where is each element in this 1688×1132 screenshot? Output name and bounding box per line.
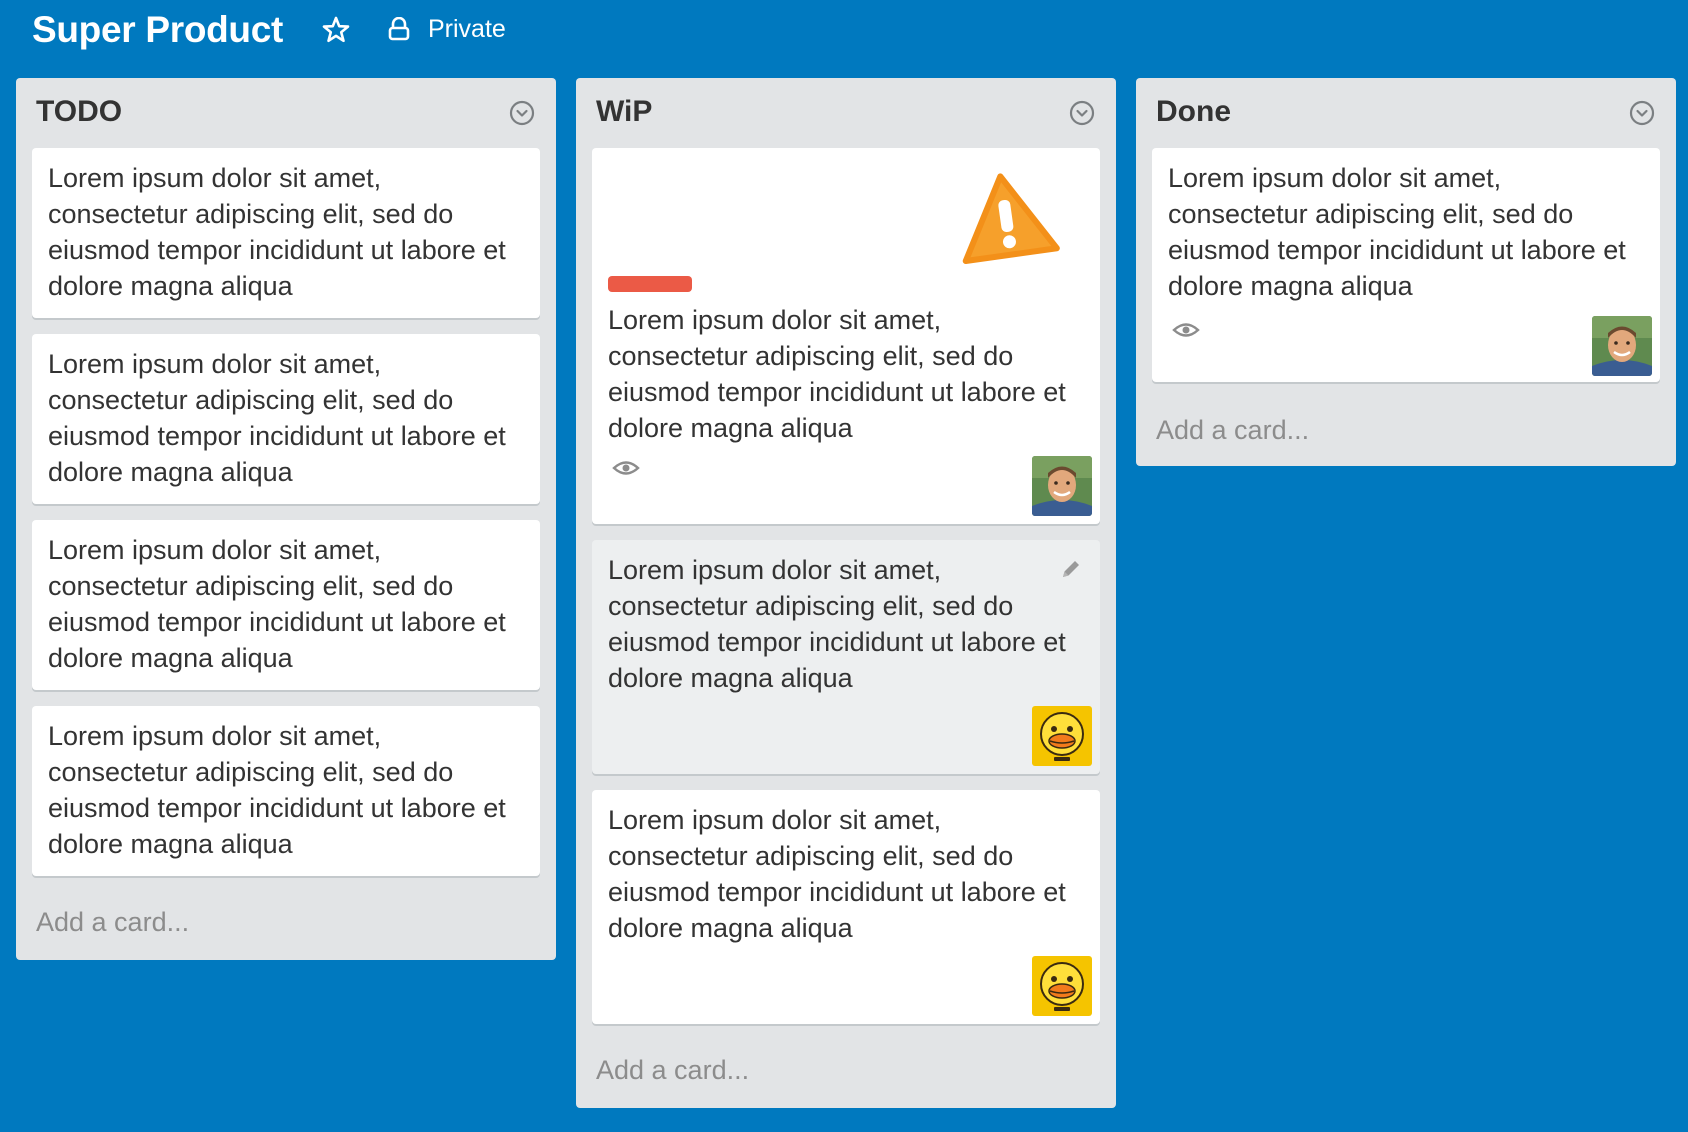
card-text: Lorem ipsum dolor sit amet, consectetur …	[608, 805, 1066, 943]
chevron-circle-icon[interactable]	[1628, 99, 1656, 127]
card[interactable]: Lorem ipsum dolor sit amet, consectetur …	[592, 790, 1100, 1024]
list-header: Done	[1136, 78, 1676, 148]
list-title[interactable]: WiP	[596, 94, 652, 130]
card[interactable]: Lorem ipsum dolor sit amet, consectetur …	[32, 706, 540, 876]
add-card-link[interactable]: Add a card...	[1156, 412, 1309, 448]
card[interactable]: Lorem ipsum dolor sit amet, consectetur …	[32, 520, 540, 690]
label-red[interactable]	[608, 276, 692, 292]
duck-avatar[interactable]	[1032, 706, 1092, 766]
eye-icon	[1172, 323, 1200, 337]
board-title[interactable]: Super Product	[32, 8, 283, 52]
eye-icon	[612, 461, 640, 475]
list-wip: WiP Lorem ipsum dolor sit amet, consecte…	[576, 78, 1116, 1108]
list-title[interactable]: TODO	[36, 94, 122, 130]
card-text: Lorem ipsum dolor sit amet, consectetur …	[608, 555, 1066, 693]
card[interactable]: Lorem ipsum dolor sit amet, consectetur …	[592, 540, 1100, 774]
privacy-button[interactable]: Private	[388, 10, 506, 48]
chevron-circle-icon[interactable]	[1068, 99, 1096, 127]
card[interactable]: Lorem ipsum dolor sit amet, consectetur …	[592, 148, 1100, 524]
privacy-label: Private	[428, 14, 506, 43]
board-header: Super Product Private	[0, 0, 1688, 70]
list-title[interactable]: Done	[1156, 94, 1231, 130]
card-text: Lorem ipsum dolor sit amet, consectetur …	[1168, 163, 1626, 301]
card-text: Lorem ipsum dolor sit amet, consectetur …	[48, 535, 506, 673]
add-card-link[interactable]: Add a card...	[36, 904, 189, 940]
list-header: TODO	[16, 78, 556, 148]
list-todo: TODO Lorem ipsum dolor sit amet, consect…	[16, 78, 556, 960]
star-icon[interactable]	[320, 14, 352, 46]
person-avatar[interactable]	[1032, 456, 1092, 516]
card[interactable]: Lorem ipsum dolor sit amet, consectetur …	[32, 334, 540, 504]
card-text: Lorem ipsum dolor sit amet, consectetur …	[48, 163, 506, 301]
add-card-link[interactable]: Add a card...	[596, 1052, 749, 1088]
pencil-icon[interactable]	[1058, 556, 1084, 582]
card-text: Lorem ipsum dolor sit amet, consectetur …	[608, 305, 1066, 443]
warning-sticker	[954, 164, 1068, 272]
card-text: Lorem ipsum dolor sit amet, consectetur …	[48, 721, 506, 859]
card-text: Lorem ipsum dolor sit amet, consectetur …	[48, 349, 506, 487]
list-header: WiP	[576, 78, 1116, 148]
person-avatar[interactable]	[1592, 316, 1652, 376]
list-done: Done Lorem ipsum dolor sit amet, consect…	[1136, 78, 1676, 466]
lock-icon	[388, 17, 410, 41]
card[interactable]: Lorem ipsum dolor sit amet, consectetur …	[1152, 148, 1660, 382]
duck-avatar[interactable]	[1032, 956, 1092, 1016]
card[interactable]: Lorem ipsum dolor sit amet, consectetur …	[32, 148, 540, 318]
chevron-circle-icon[interactable]	[508, 99, 536, 127]
